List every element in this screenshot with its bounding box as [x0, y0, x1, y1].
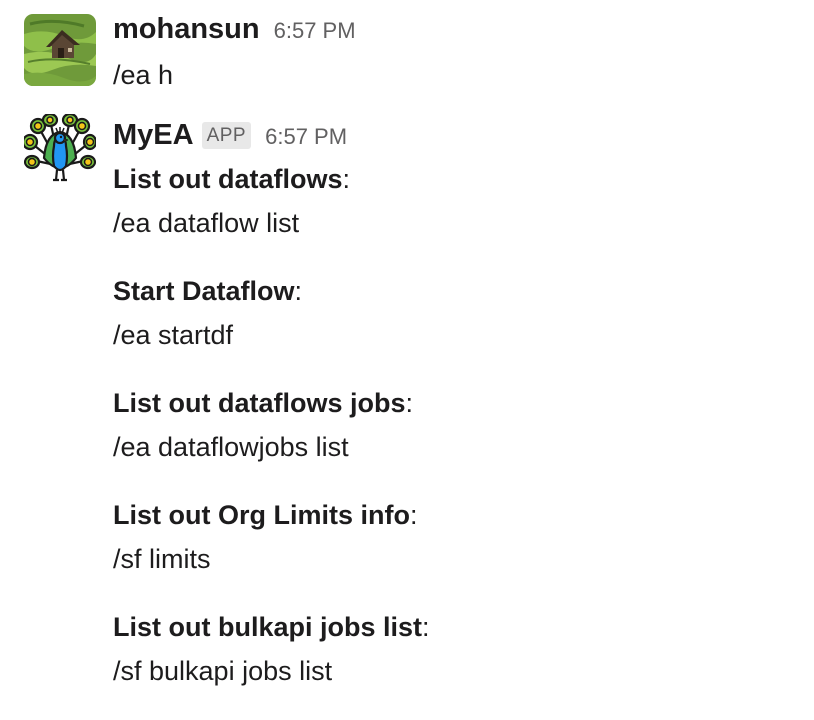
message-header: mohansun 6:57 PM	[113, 10, 356, 48]
app-badge: APP	[201, 122, 252, 149]
command-title: List out dataflows:	[113, 160, 793, 198]
command-title: List out Org Limits info:	[113, 496, 793, 534]
command-title-text: List out dataflows jobs	[113, 388, 406, 418]
command-title-colon: :	[409, 500, 418, 530]
command-title-colon: :	[422, 612, 430, 642]
message-header: MyEA APP 6:57 PM	[113, 116, 347, 154]
command-text: /ea startdf	[113, 320, 234, 350]
command-title-colon: :	[342, 164, 351, 194]
sender-name[interactable]: MyEA	[113, 116, 194, 154]
avatar[interactable]	[24, 114, 96, 186]
command-help-item: List out dataflows: /ea dataflow list	[113, 160, 793, 242]
command-title-text: List out bulkapi jobs list	[113, 612, 423, 642]
command-title-text: List out Org Limits info	[113, 500, 410, 530]
sender-name[interactable]: mohansun	[113, 10, 260, 48]
command-help-item: List out bulkapi jobs list: /sf bulkapi …	[113, 608, 793, 690]
message-myea: MyEA APP 6:57 PM List out dataflows: /ea…	[0, 104, 814, 720]
command-text: /ea dataflow list	[113, 208, 300, 238]
landscape-photo-icon	[24, 14, 96, 86]
command-title: List out dataflows jobs:	[113, 384, 793, 422]
command-title: List out bulkapi jobs list:	[113, 608, 793, 646]
command-text: /sf limits	[113, 544, 211, 574]
command-text: /ea dataflowjobs list	[113, 432, 349, 462]
message-mohansun: mohansun 6:57 PM /ea h	[0, 0, 814, 104]
command-title-colon: :	[405, 388, 414, 418]
command-help-item: List out dataflows jobs: /ea dataflowjob…	[113, 384, 793, 466]
timestamp[interactable]: 6:57 PM	[274, 18, 356, 44]
command-title-text: List out dataflows	[113, 164, 343, 194]
command-help-item: Start Dataflow: /ea startdf	[113, 272, 793, 354]
timestamp[interactable]: 6:57 PM	[265, 124, 347, 150]
command-text: /sf bulkapi jobs list	[113, 656, 333, 686]
command-title: Start Dataflow:	[113, 272, 793, 310]
peacock-icon	[24, 114, 96, 182]
command-title-colon: :	[294, 276, 303, 306]
command-title-text: Start Dataflow	[113, 276, 295, 306]
command-help-item: List out Org Limits info: /sf limits	[113, 496, 793, 578]
message-text: /ea h	[113, 60, 174, 90]
avatar[interactable]	[24, 14, 96, 86]
